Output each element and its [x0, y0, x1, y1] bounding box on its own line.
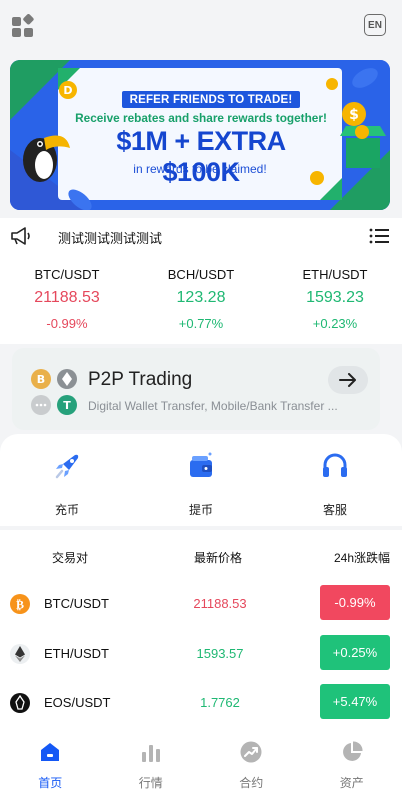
ticker-eth[interactable]: ETH/USDT 1593.23 +0.23%: [268, 254, 402, 344]
deposit-button[interactable]: 充币: [0, 434, 134, 526]
ticker-pair: BCH/USDT: [167, 267, 235, 282]
ticker-change: -0.99%: [46, 316, 88, 331]
col-price-header: 最新价格: [194, 551, 243, 565]
tab-market-label: 行情: [138, 776, 163, 790]
withdraw-label: 提币: [188, 503, 213, 517]
p2p-arrow-button[interactable]: [328, 366, 368, 394]
deposit-label: 充币: [54, 503, 79, 517]
market-pair: BTC/USDT: [44, 596, 109, 611]
ticker-change: +0.77%: [178, 316, 224, 331]
top-bar: EN: [0, 0, 402, 50]
eos-icon: [10, 693, 30, 713]
list-menu-icon[interactable]: [369, 228, 389, 244]
market-price: 21188.53: [193, 596, 247, 611]
market-header: 交易对 最新价格 24h涨跌幅: [0, 530, 402, 580]
pie-chart-icon: [342, 741, 363, 761]
p2p-coins-icon: B T: [31, 369, 77, 415]
ticker-strip: BTC/USDT 21188.53 -0.99% BCH/USDT 123.28…: [0, 254, 402, 344]
col-pair-header: 交易对: [52, 551, 89, 565]
notice-bar[interactable]: 测试测试测试测试: [0, 218, 402, 254]
market-change-badge: -0.99%: [320, 585, 390, 620]
market-change-badge: +5.47%: [320, 684, 390, 719]
banner-headline: $1M + EXTRA $100K: [116, 126, 286, 187]
banner-pill: REFER FRIENDS TO TRADE!: [122, 91, 300, 108]
tab-home[interactable]: 首页: [0, 731, 101, 799]
wallet-icon: [190, 452, 212, 477]
ethereum-icon: [10, 643, 30, 664]
language-button[interactable]: EN: [364, 14, 386, 36]
p2p-title: P2P Trading: [88, 369, 193, 390]
tab-market[interactable]: 行情: [101, 731, 202, 799]
apps-grid-icon[interactable]: [11, 14, 35, 38]
ticker-change: +0.23%: [312, 316, 358, 331]
arrow-right-icon: [339, 373, 356, 387]
tab-contract-label: 合约: [239, 776, 264, 790]
market-pair: ETH/USDT: [44, 645, 109, 661]
headset-icon: [323, 453, 347, 477]
ticker-price: 123.28: [176, 289, 226, 306]
market-price: 1.7762: [200, 695, 240, 710]
market-row[interactable]: EOS/USDT 1.7762 +5.47%: [0, 679, 402, 729]
svg-text:₿: ₿: [16, 598, 24, 612]
col-change-header: 24h涨跌幅: [334, 551, 391, 565]
market-change-badge: +0.25%: [320, 634, 390, 670]
megaphone-icon: [11, 227, 30, 245]
banner-footnote: in rewards to be claimed!: [133, 162, 267, 176]
ticker-price: 1593.23: [306, 289, 364, 306]
referral-banner[interactable]: D $ REFER FRIENDS TO TRADE! Receive reba…: [10, 60, 390, 210]
notice-text[interactable]: 测试测试测试测试: [58, 228, 162, 247]
customer-service-label: 客服: [322, 503, 347, 517]
ticker-price: 21188.53: [34, 289, 100, 306]
tab-assets[interactable]: 资产: [302, 731, 402, 799]
ticker-pair: ETH/USDT: [302, 267, 368, 282]
svg-text:D: D: [63, 84, 72, 97]
svg-text:$: $: [349, 107, 359, 123]
withdraw-button[interactable]: 提币: [134, 434, 268, 526]
bar-chart-icon: [141, 745, 160, 762]
banner-subtitle: Receive rebates and share rewards togeth…: [75, 111, 327, 125]
p2p-description: Digital Wallet Transfer, Mobile/Bank Tra…: [88, 399, 338, 413]
svg-text:T: T: [63, 399, 71, 412]
market-row[interactable]: ₿ BTC/USDT 21188.53 -0.99%: [0, 580, 402, 630]
trend-up-icon: [240, 741, 262, 763]
tab-assets-label: 资产: [339, 776, 364, 790]
p2p-trading-card[interactable]: B T P2P Trading Digital Wallet Transfer,…: [12, 348, 380, 430]
svg-text:B: B: [37, 373, 45, 386]
bitcoin-icon: ₿: [10, 594, 30, 614]
market-row[interactable]: ETH/USDT 1593.57 +0.25%: [0, 630, 402, 680]
ticker-btc[interactable]: BTC/USDT 21188.53 -0.99%: [0, 254, 134, 344]
rocket-icon: [55, 454, 79, 479]
market-list: 交易对 最新价格 24h涨跌幅 ₿ BTC/USDT 21188.53 -0.9…: [0, 530, 402, 740]
ticker-bch[interactable]: BCH/USDT 123.28 +0.77%: [134, 254, 268, 344]
tab-contract[interactable]: 合约: [201, 731, 302, 799]
customer-service-button[interactable]: 客服: [268, 434, 402, 526]
quick-actions: 充币 提币 客服: [0, 434, 402, 526]
market-price: 1593.57: [196, 645, 244, 661]
tab-home-label: 首页: [38, 776, 63, 790]
bottom-tab-bar: 首页 行情 合约 资产: [0, 731, 402, 799]
home-icon: [41, 743, 60, 761]
market-pair: EOS/USDT: [44, 695, 111, 710]
ticker-pair: BTC/USDT: [34, 267, 100, 282]
